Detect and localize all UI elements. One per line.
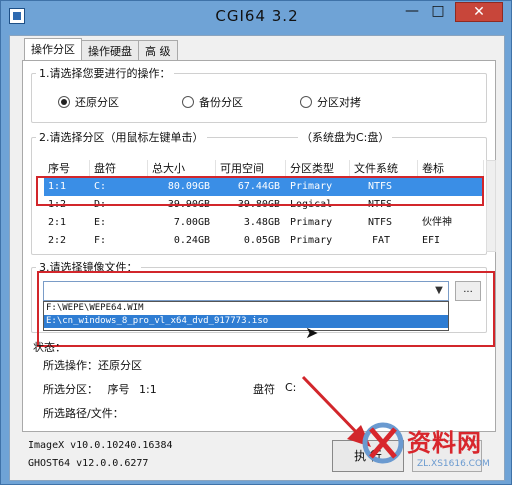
status-seq-value: 1:1 xyxy=(139,383,157,396)
radio-dot xyxy=(182,96,194,108)
system-disk-note: （系统盘为C:盘） xyxy=(298,129,393,145)
status-heading: 状态： xyxy=(33,341,66,354)
cell-seq: 2:1 xyxy=(48,217,67,228)
column-header[interactable]: 分区类型 xyxy=(286,160,350,177)
column-header[interactable]: 可用空间 xyxy=(216,160,286,177)
minimize-button[interactable]: — xyxy=(399,2,425,22)
column-header[interactable]: 卷标 xyxy=(418,160,484,177)
status-path: 所选路径/文件： xyxy=(43,405,124,421)
radio-copy-label: 分区对拷 xyxy=(317,96,361,109)
status-partition: 所选分区： 序号 1:1 盘符 C: xyxy=(43,381,463,397)
operation-group: 1.请选择您要进行的操作： 还原分区 备份分区 分区对拷 xyxy=(31,65,487,123)
tab-operate-partition[interactable]: 操作分区 xyxy=(24,38,82,60)
cell-volume: 伙伴神 xyxy=(422,217,452,228)
status-path-label: 所选路径/文件： xyxy=(43,407,124,420)
status-operation: 所选操作：还原分区 xyxy=(43,357,142,373)
radio-restore-label: 还原分区 xyxy=(75,96,119,109)
radio-backup-label: 备份分区 xyxy=(199,96,243,109)
close-button[interactable]: ✕ xyxy=(455,2,503,22)
cell-size: 0.24GB xyxy=(173,235,210,246)
status-seq-label: 序号 xyxy=(107,383,130,396)
operation-label: 1.请选择您要进行的操作： xyxy=(36,65,174,81)
column-header[interactable]: 总大小 xyxy=(148,160,216,177)
radio-copy[interactable]: 分区对拷 xyxy=(300,94,361,110)
partition-group: 2.请选择分区（用鼠标左键单击） （系统盘为C:盘） 序号 盘符 总大小 可用空… xyxy=(31,129,496,255)
imagex-version: ImageX v10.0.10240.16384 xyxy=(28,440,173,451)
status-part-label: 所选分区： xyxy=(43,383,98,396)
watermark-url: ZL.XS1616.COM xyxy=(417,459,490,469)
cell-fs: NTFS xyxy=(368,217,393,228)
ghost-version: GHOST64 v12.0.0.6277 xyxy=(28,458,149,469)
column-header[interactable]: 序号 xyxy=(44,160,90,177)
radio-dot xyxy=(58,96,70,108)
column-header[interactable]: 文件系统 xyxy=(350,160,418,177)
cell-fs: FAT xyxy=(372,235,391,246)
partition-label: 2.请选择分区（用鼠标左键单击） xyxy=(36,129,207,145)
tab-panel: 1.请选择您要进行的操作： 还原分区 备份分区 分区对拷 2.请选择分区（用鼠标… xyxy=(22,60,496,432)
status-drive-label: 盘符 xyxy=(253,383,275,396)
tab-operate-disk[interactable]: 操作硬盘 xyxy=(81,40,139,60)
maximize-button[interactable]: □ xyxy=(425,2,451,22)
watermark-text: 资料网 xyxy=(407,429,482,457)
radio-dot xyxy=(300,96,312,108)
cell-type: Primary xyxy=(290,217,333,228)
radio-restore[interactable]: 还原分区 xyxy=(58,94,119,110)
tab-advanced[interactable]: 高 级 xyxy=(138,40,178,60)
column-header[interactable]: 盘符 xyxy=(90,160,148,177)
table-scrollbar[interactable] xyxy=(486,160,496,252)
cell-size: 7.00GB xyxy=(173,217,210,228)
cell-drive: E: xyxy=(94,217,107,228)
annotation-box-image xyxy=(37,271,495,347)
status-op-value: 还原分区 xyxy=(98,359,142,372)
table-row[interactable]: 2:1 E: 7.00GB 3.48GB Primary NTFS 伙伴神 xyxy=(44,214,484,232)
watermark-logo: 资料网 ZL.XS1616.COM xyxy=(361,411,511,483)
annotation-arrow-line xyxy=(301,375,363,439)
cell-volume: EFI xyxy=(422,235,441,246)
cell-type: Primary xyxy=(290,235,333,246)
app-window: CGI64 3.2 — □ ✕ 操作分区 操作硬盘 高 级 1.请选择您要进行的… xyxy=(0,0,512,485)
title-bar[interactable]: CGI64 3.2 — □ ✕ xyxy=(1,1,512,31)
cell-drive: F: xyxy=(94,235,107,246)
radio-backup[interactable]: 备份分区 xyxy=(182,94,243,110)
status-op-label: 所选操作： xyxy=(43,359,98,372)
table-row[interactable]: 2:2 F: 0.24GB 0.05GB Primary FAT EFI xyxy=(44,232,484,250)
watermark-icon xyxy=(362,422,404,464)
cell-seq: 2:2 xyxy=(48,235,67,246)
image-controls: ▼ ... F:\WEPE\WEPE64.WIM E:\cn_windows_8… xyxy=(31,251,495,351)
cell-free: 0.05GB xyxy=(243,235,280,246)
cell-free: 3.48GB xyxy=(243,217,280,228)
tab-bar: 操作分区 操作硬盘 高 级 xyxy=(24,38,178,60)
annotation-box-partition xyxy=(36,176,484,206)
